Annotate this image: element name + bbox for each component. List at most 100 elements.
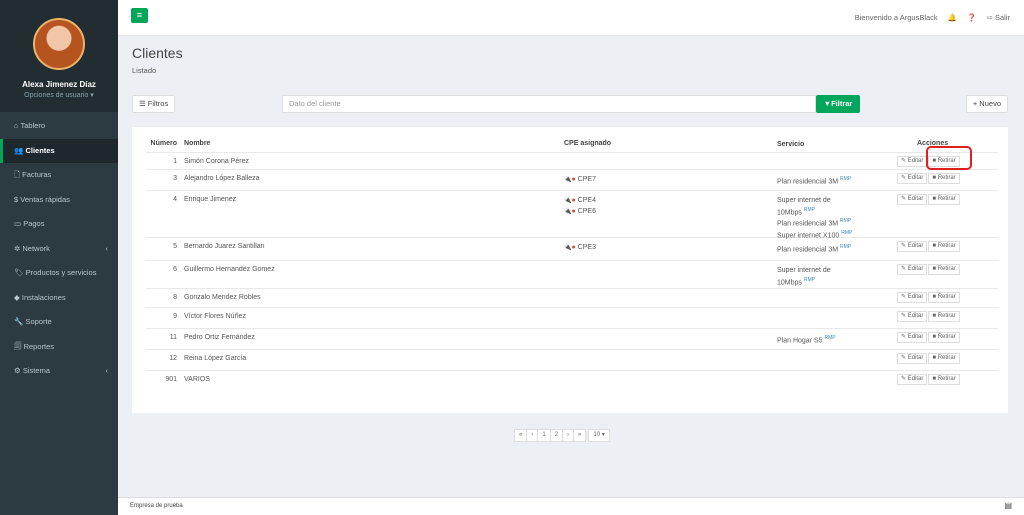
row-name: Bernardo Juarez Santillan bbox=[184, 243, 265, 250]
sidebar-item-soporte[interactable]: 🔧 Soporte bbox=[0, 310, 118, 335]
table-row: 8 Gonzalo Mendez Robles ✎ Editar ■ Retirar bbox=[146, 289, 998, 308]
row-number: 5 bbox=[173, 243, 177, 250]
edit-label: Editar bbox=[907, 294, 924, 300]
bell-icon[interactable]: 🔔 bbox=[948, 13, 957, 22]
sidebar-item-label: Sistema bbox=[22, 366, 50, 375]
service-text: Plan residencial 3M bbox=[777, 246, 839, 254]
archive-icon: ■ bbox=[932, 355, 937, 361]
edit-button[interactable]: ✎ Editar bbox=[897, 353, 928, 364]
row-number: 901 bbox=[165, 376, 177, 383]
table-row: 12 Reina López García ✎ Editar ■ Retirar bbox=[146, 350, 998, 371]
edit-button[interactable]: ✎ Editar bbox=[897, 241, 928, 252]
sidebar-item-clientes[interactable]: 👥 Clientes bbox=[0, 138, 118, 163]
sidebar: Alexa Jimenez Díaz Opciones de usuario ▾… bbox=[0, 0, 118, 515]
retire-label: Retirar bbox=[937, 313, 956, 319]
retire-button[interactable]: ■ Retirar bbox=[928, 194, 960, 205]
table-row: 5 Bernardo Juarez Santillan 🔌● CPE3 Plan re… bbox=[146, 238, 998, 261]
cpe-link[interactable]: CPE6 bbox=[578, 208, 596, 215]
sidebar-item-tablero[interactable]: ⌂ Tablero bbox=[0, 114, 118, 139]
sidebar-item-reportes[interactable]: 🗐 Reportes bbox=[0, 335, 118, 360]
retire-button[interactable]: ■ Retirar bbox=[928, 311, 960, 322]
rmp-badge: RMP bbox=[803, 206, 815, 213]
client-search-input[interactable]: Dato del cliente bbox=[282, 95, 816, 113]
retire-button[interactable]: ■ Retirar bbox=[928, 374, 960, 385]
rmp-badge: RMP bbox=[840, 244, 852, 250]
retire-button-highlight bbox=[926, 146, 972, 170]
sidebar-item-label: Pagos bbox=[23, 219, 45, 228]
archive-icon: ■ bbox=[932, 175, 937, 181]
edit-button[interactable]: ✎ Editar bbox=[897, 264, 928, 275]
table-row: 6 Guillermo Hernandez Gomez Super internet… bbox=[146, 261, 998, 289]
page-1-button[interactable]: 1 bbox=[537, 429, 551, 442]
footer: Empresa de prueba ▤ bbox=[118, 497, 1024, 515]
user-options-link[interactable]: Opciones de usuario ▾ bbox=[0, 91, 118, 99]
edit-button[interactable]: ✎ Editar bbox=[897, 311, 928, 322]
topbar: ≡ Bienvenido a ArgusBlack 🔔 ❓ ⇨ Salir bbox=[118, 0, 1024, 36]
page-title: Clientes bbox=[132, 45, 183, 61]
sidebar-item-label: Reportes bbox=[23, 341, 55, 351]
filter-button[interactable]: ▼Filtrar bbox=[816, 95, 860, 113]
table-row: 4 Enrique Jimenez 🔌● CPE4 🔌● CPE6 Super inte… bbox=[146, 191, 998, 239]
toolbar: ☰ Filtros Dato del cliente ▼Filtrar + Nu… bbox=[132, 95, 1008, 117]
row-number: 4 bbox=[173, 196, 177, 203]
sidebar-item-ventas-r-pidas[interactable]: $ Ventas rápidas bbox=[0, 188, 118, 213]
row-name: Gonzalo Mendez Robles bbox=[184, 294, 261, 301]
cpe-link[interactable]: CPE3 bbox=[578, 244, 596, 251]
retire-label: Retirar bbox=[937, 355, 956, 361]
sidebar-icon: 🔧 bbox=[14, 317, 24, 326]
pencil-icon: ✎ bbox=[901, 313, 907, 319]
chevron-left-icon: ‹ bbox=[105, 243, 109, 253]
retire-label: Retirar bbox=[937, 334, 956, 340]
edit-button[interactable]: ✎ Editar bbox=[897, 374, 928, 385]
filters-button[interactable]: ☰ Filtros bbox=[132, 95, 176, 113]
cpe-link[interactable]: CPE4 bbox=[578, 197, 596, 204]
sidebar-menu: ⌂ Tablero 👥 Clientes 🗋 Facturas $ Ventas rá… bbox=[0, 114, 118, 384]
sidebar-icon: ▭ bbox=[14, 219, 22, 228]
sidebar-item-instalaciones[interactable]: ◆ Instalaciones bbox=[0, 286, 118, 311]
edit-button[interactable]: ✎ Editar bbox=[897, 332, 928, 343]
cpe-link[interactable]: CPE7 bbox=[578, 176, 596, 183]
edit-button[interactable]: ✎ Editar bbox=[897, 156, 928, 167]
row-number: 1 bbox=[173, 158, 177, 165]
help-icon[interactable]: ❓ bbox=[967, 13, 976, 22]
retire-button[interactable]: ■ Retirar bbox=[928, 353, 960, 364]
retire-label: Retirar bbox=[937, 376, 956, 382]
service-text: Plan Hogar S5 bbox=[777, 337, 823, 345]
row-number: 12 bbox=[169, 355, 177, 362]
row-name: Reina López García bbox=[184, 355, 247, 362]
retire-button[interactable]: ■ Retirar bbox=[928, 332, 960, 343]
clients-table: Número Nombre CPE asignado Servicio Acci… bbox=[132, 127, 1008, 413]
sidebar-icon: ⌂ bbox=[14, 121, 19, 130]
edit-button[interactable]: ✎ Editar bbox=[897, 194, 928, 205]
rmp-badge: RMP bbox=[824, 335, 836, 341]
sidebar-icon: $ bbox=[14, 194, 19, 204]
page-subtitle: Listado bbox=[132, 66, 157, 75]
new-client-button[interactable]: + Nuevo bbox=[965, 95, 1008, 113]
sidebar-item-network[interactable]: ✲ Network ‹ bbox=[0, 237, 118, 262]
logout-link[interactable]: ⇨ Salir bbox=[987, 13, 1010, 22]
last-page-button[interactable]: » bbox=[573, 429, 587, 442]
table-row: 901 VARIOS ✎ Editar ■ Retirar bbox=[146, 371, 998, 392]
service-text: 10Mbps bbox=[777, 278, 802, 286]
sidebar-item-sistema[interactable]: ⚙ Sistema ‹ bbox=[0, 359, 118, 384]
service-text: Super internet de bbox=[777, 197, 831, 204]
sidebar-item-pagos[interactable]: ▭ Pagos bbox=[0, 212, 118, 237]
retire-button[interactable]: ■ Retirar bbox=[928, 292, 960, 303]
edit-button[interactable]: ✎ Editar bbox=[897, 292, 928, 303]
sidebar-item-productos-y-servicios[interactable]: 🏷 Productos y servicios bbox=[0, 261, 118, 286]
pencil-icon: ✎ bbox=[901, 334, 907, 340]
page-2-button[interactable]: 2 bbox=[549, 429, 564, 442]
first-page-button[interactable]: « bbox=[514, 429, 528, 442]
sidebar-item-label: Soporte bbox=[25, 317, 52, 326]
sidebar-item-facturas[interactable]: 🗋 Facturas bbox=[0, 163, 118, 188]
retire-button[interactable]: ■ Retirar bbox=[928, 173, 960, 184]
retire-button[interactable]: ■ Retirar bbox=[928, 264, 960, 275]
sidebar-icon: ✲ bbox=[14, 243, 21, 253]
retire-button[interactable]: ■ Retirar bbox=[928, 241, 960, 252]
rmp-badge: RMP bbox=[803, 276, 815, 283]
edit-label: Editar bbox=[907, 175, 924, 181]
edit-button[interactable]: ✎ Editar bbox=[897, 173, 928, 184]
service-text: 10Mbps bbox=[777, 208, 802, 216]
per-page-select[interactable]: 10 ▾ bbox=[588, 429, 610, 442]
menu-toggle-button[interactable]: ≡ bbox=[131, 8, 148, 23]
